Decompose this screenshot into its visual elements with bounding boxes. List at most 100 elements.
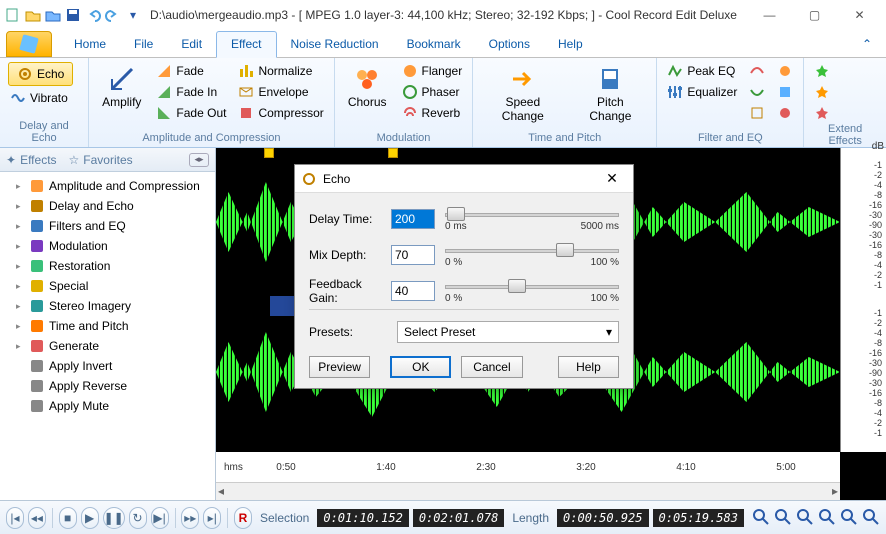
envelope-button[interactable]: Envelope bbox=[236, 83, 325, 101]
ok-button[interactable]: OK bbox=[390, 356, 451, 378]
scroll-left-icon[interactable]: ◂ bbox=[218, 484, 224, 498]
qat-open2-icon[interactable] bbox=[44, 6, 62, 24]
ribbon-collapse-icon[interactable]: ⌃ bbox=[848, 32, 886, 57]
tree-item-modulation[interactable]: ▸Modulation bbox=[2, 236, 213, 256]
expand-icon[interactable] bbox=[16, 401, 25, 411]
tab-bookmark[interactable]: Bookmark bbox=[393, 32, 475, 57]
zoom-out-icon[interactable] bbox=[774, 508, 792, 528]
expand-icon[interactable] bbox=[16, 381, 25, 391]
help-button[interactable]: Help bbox=[558, 356, 619, 378]
qat-undo-icon[interactable] bbox=[84, 6, 102, 24]
tab-help[interactable]: Help bbox=[544, 32, 597, 57]
equalizer-button[interactable]: Equalizer bbox=[665, 83, 739, 101]
zoom-vert-out-icon[interactable] bbox=[862, 508, 880, 528]
tree-item-generate[interactable]: ▸Generate bbox=[2, 336, 213, 356]
expand-icon[interactable]: ▸ bbox=[16, 181, 25, 192]
filter-btn-3[interactable] bbox=[747, 104, 767, 122]
tree-item-apply-reverse[interactable]: Apply Reverse bbox=[2, 376, 213, 396]
marker-end[interactable] bbox=[388, 148, 398, 158]
transport-playsel-button[interactable]: ▶| bbox=[151, 507, 169, 529]
sidebar-tab-favorites[interactable]: ☆Favorites bbox=[69, 153, 133, 167]
tree-item-time-and-pitch[interactable]: ▸Time and Pitch bbox=[2, 316, 213, 336]
tab-file[interactable]: File bbox=[120, 32, 167, 57]
tab-noise-reduction[interactable]: Noise Reduction bbox=[277, 32, 393, 57]
feedback-gain-slider[interactable]: 0 % 100 % bbox=[445, 277, 619, 305]
transport-start-button[interactable]: |◂ bbox=[6, 507, 24, 529]
expand-icon[interactable]: ▸ bbox=[16, 221, 25, 232]
filter-btn-1[interactable] bbox=[747, 62, 767, 80]
fadein-button[interactable]: Fade In bbox=[154, 83, 228, 101]
sidebar-tab-effects[interactable]: ✦Effects bbox=[6, 153, 57, 167]
tree-item-restoration[interactable]: ▸Restoration bbox=[2, 256, 213, 276]
tree-item-special[interactable]: ▸Special bbox=[2, 276, 213, 296]
tree-item-stereo-imagery[interactable]: ▸Stereo Imagery bbox=[2, 296, 213, 316]
tab-effect[interactable]: Effect bbox=[216, 31, 276, 58]
delay-time-input[interactable] bbox=[391, 209, 435, 229]
vibrato-button[interactable]: Vibrato bbox=[8, 89, 73, 107]
expand-icon[interactable]: ▸ bbox=[16, 241, 25, 252]
expand-icon[interactable]: ▸ bbox=[16, 301, 25, 312]
qat-new-icon[interactable] bbox=[4, 6, 22, 24]
transport-pause-button[interactable]: ❚❚ bbox=[103, 507, 125, 529]
qat-redo-icon[interactable] bbox=[104, 6, 122, 24]
qat-dropdown-icon[interactable]: ▾ bbox=[124, 6, 142, 24]
app-button[interactable] bbox=[6, 31, 52, 57]
maximize-button[interactable]: ▢ bbox=[792, 1, 837, 29]
chorus-button[interactable]: Chorus bbox=[343, 62, 392, 112]
ext-btn-2[interactable] bbox=[812, 83, 832, 101]
pitch-change-button[interactable]: Pitch Change bbox=[572, 62, 648, 126]
tree-item-apply-invert[interactable]: Apply Invert bbox=[2, 356, 213, 376]
dialog-close-button[interactable]: ✕ bbox=[597, 168, 627, 190]
transport-forward-button[interactable]: ▸▸ bbox=[181, 507, 199, 529]
transport-play-button[interactable]: ▶ bbox=[81, 507, 99, 529]
tree-item-amplitude-and-compression[interactable]: ▸Amplitude and Compression bbox=[2, 176, 213, 196]
reverb-button[interactable]: Reverb bbox=[400, 104, 465, 122]
close-button[interactable]: ✕ bbox=[837, 1, 882, 29]
transport-end-button[interactable]: ▸| bbox=[203, 507, 221, 529]
zoom-in-icon[interactable] bbox=[752, 508, 770, 528]
record-button[interactable]: R bbox=[234, 507, 252, 529]
qat-open-icon[interactable] bbox=[24, 6, 42, 24]
mix-depth-input[interactable] bbox=[391, 245, 435, 265]
tree-item-delay-and-echo[interactable]: ▸Delay and Echo bbox=[2, 196, 213, 216]
transport-rewind-button[interactable]: ◂◂ bbox=[28, 507, 46, 529]
filter-btn-2[interactable] bbox=[747, 83, 767, 101]
qat-save-icon[interactable] bbox=[64, 6, 82, 24]
transport-loop-button[interactable]: ↻ bbox=[129, 507, 147, 529]
sidebar-collapse-icon[interactable]: ◂▸ bbox=[189, 153, 209, 167]
scroll-right-icon[interactable]: ▸ bbox=[832, 484, 838, 498]
expand-icon[interactable]: ▸ bbox=[16, 261, 25, 272]
transport-stop-button[interactable]: ■ bbox=[59, 507, 77, 529]
compressor-button[interactable]: Compressor bbox=[236, 104, 325, 122]
dialog-titlebar[interactable]: Echo ✕ bbox=[295, 165, 633, 193]
expand-icon[interactable]: ▸ bbox=[16, 281, 25, 292]
ext-btn-3[interactable] bbox=[812, 104, 832, 122]
zoom-vert-in-icon[interactable] bbox=[840, 508, 858, 528]
preset-select[interactable]: Select Preset ▾ bbox=[397, 321, 619, 343]
filter-btn-6[interactable] bbox=[775, 104, 795, 122]
flanger-button[interactable]: Flanger bbox=[400, 62, 465, 80]
ext-btn-1[interactable] bbox=[812, 62, 832, 80]
tab-edit[interactable]: Edit bbox=[167, 32, 216, 57]
echo-button[interactable]: Echo bbox=[8, 62, 73, 86]
cancel-button[interactable]: Cancel bbox=[461, 356, 522, 378]
timeline[interactable]: hms 0:501:402:303:204:105:00 bbox=[216, 452, 840, 482]
feedback-gain-input[interactable] bbox=[391, 281, 435, 301]
amplify-button[interactable]: Amplify bbox=[97, 62, 146, 112]
expand-icon[interactable]: ▸ bbox=[16, 201, 25, 212]
delay-time-slider[interactable]: 0 ms 5000 ms bbox=[445, 205, 619, 233]
marker-start[interactable] bbox=[264, 148, 274, 158]
phaser-button[interactable]: Phaser bbox=[400, 83, 465, 101]
tree-item-apply-mute[interactable]: Apply Mute bbox=[2, 396, 213, 416]
peak-eq-button[interactable]: Peak EQ bbox=[665, 62, 739, 80]
mix-depth-slider[interactable]: 0 % 100 % bbox=[445, 241, 619, 269]
zoom-fit-icon[interactable] bbox=[818, 508, 836, 528]
expand-icon[interactable] bbox=[16, 361, 25, 371]
minimize-button[interactable]: — bbox=[747, 1, 792, 29]
tree-item-filters-and-eq[interactable]: ▸Filters and EQ bbox=[2, 216, 213, 236]
zoom-sel-icon[interactable] bbox=[796, 508, 814, 528]
filter-btn-4[interactable] bbox=[775, 62, 795, 80]
normalize-button[interactable]: Normalize bbox=[236, 62, 325, 80]
horizontal-scrollbar[interactable]: ◂ ▸ bbox=[216, 482, 840, 500]
expand-icon[interactable]: ▸ bbox=[16, 341, 25, 352]
